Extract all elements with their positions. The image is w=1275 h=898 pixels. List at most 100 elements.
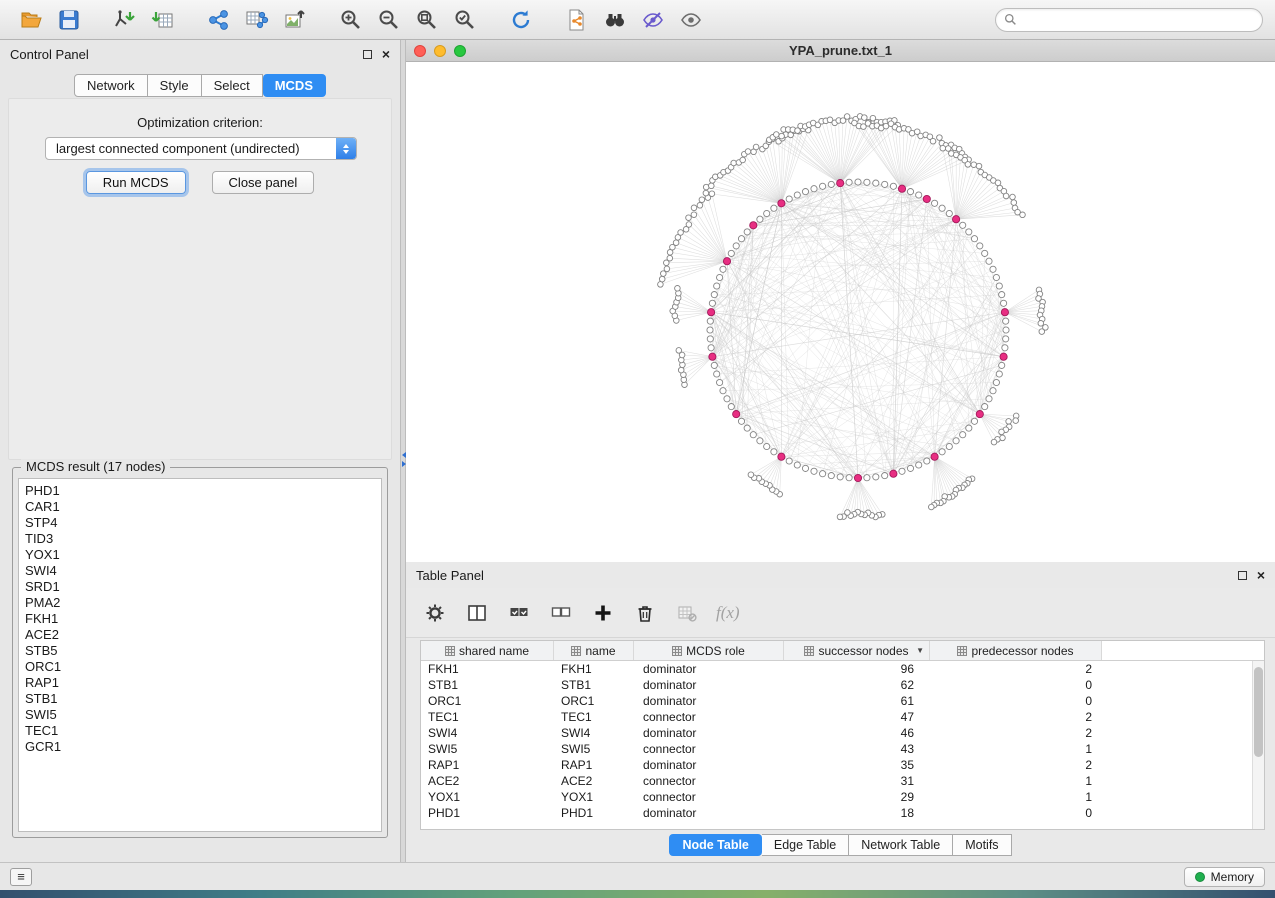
table-cell: TEC1 (554, 710, 634, 724)
column-header-successor-nodes[interactable]: successor nodes ▼ (784, 641, 930, 660)
mcds-node-item[interactable]: TEC1 (25, 723, 381, 739)
mcds-node-item[interactable]: TID3 (25, 531, 381, 547)
global-search-field[interactable] (995, 8, 1263, 32)
zoom-selected-button[interactable] (446, 5, 484, 35)
control-panel-tabs: Network Style Select MCDS (0, 74, 400, 97)
mcds-node-item[interactable]: SWI5 (25, 707, 381, 723)
open-file-button[interactable] (12, 5, 50, 35)
run-mcds-button[interactable]: Run MCDS (86, 171, 186, 194)
panel-menu-button[interactable]: ≡ (10, 868, 32, 886)
zoom-out-button[interactable] (370, 5, 408, 35)
criterion-dropdown[interactable]: largest connected component (undirected) (45, 137, 357, 160)
sort-descending-icon[interactable]: ▼ (916, 646, 924, 655)
column-grid-icon (445, 646, 455, 656)
table-panel: Table Panel × (406, 562, 1275, 862)
mcds-node-item[interactable]: CAR1 (25, 499, 381, 515)
mcds-node-item[interactable]: PMA2 (25, 595, 381, 611)
close-panel-button[interactable]: Close panel (212, 171, 315, 194)
mcds-node-item[interactable]: ORC1 (25, 659, 381, 675)
table-row[interactable]: ORC1ORC1dominator610 (421, 693, 1252, 709)
binoculars-icon (603, 8, 627, 32)
scrollbar-thumb[interactable] (1254, 667, 1263, 757)
add-column-button[interactable] (590, 600, 616, 626)
tab-network[interactable]: Network (74, 74, 148, 97)
table-row[interactable]: TEC1TEC1connector472 (421, 709, 1252, 725)
table-cell: connector (634, 790, 784, 804)
mcds-node-item[interactable]: STP4 (25, 515, 381, 531)
zoom-in-button[interactable] (332, 5, 370, 35)
table-cell: 1 (930, 774, 1102, 788)
show-details-button[interactable] (672, 5, 710, 35)
tab-edge-table[interactable]: Edge Table (762, 834, 849, 856)
import-network-button[interactable] (106, 5, 144, 35)
close-panel-icon[interactable]: × (382, 47, 390, 61)
column-header-shared-name[interactable]: shared name (421, 641, 554, 660)
share-document-button[interactable] (558, 5, 596, 35)
table-cell: 35 (784, 758, 930, 772)
zoom-fit-button[interactable] (408, 5, 446, 35)
column-header-name[interactable]: name (554, 641, 634, 660)
column-header-predecessor-nodes[interactable]: predecessor nodes (930, 641, 1102, 660)
column-label: predecessor nodes (971, 644, 1073, 658)
mcds-node-item[interactable]: ACE2 (25, 627, 381, 643)
maximize-window-icon[interactable] (454, 45, 466, 57)
close-window-icon[interactable] (414, 45, 426, 57)
save-session-button[interactable] (50, 5, 88, 35)
tab-mcds[interactable]: MCDS (263, 74, 326, 97)
mcds-result-group: MCDS result (17 nodes) PHD1CAR1STP4TID3Y… (12, 467, 388, 838)
table-row[interactable]: YOX1YOX1connector291 (421, 789, 1252, 805)
import-table-button[interactable] (144, 5, 182, 35)
mcds-node-item[interactable]: PHD1 (25, 483, 381, 499)
find-neighbors-button[interactable] (596, 5, 634, 35)
delete-column-button[interactable] (632, 600, 658, 626)
tab-node-table[interactable]: Node Table (669, 834, 761, 856)
memory-button[interactable]: Memory (1184, 867, 1265, 887)
function-builder-button[interactable]: f(x) (716, 600, 740, 626)
tab-motifs[interactable]: Motifs (953, 834, 1011, 856)
mcds-node-item[interactable]: GCR1 (25, 739, 381, 755)
table-row[interactable]: SWI4SWI4dominator462 (421, 725, 1252, 741)
table-row[interactable]: FKH1FKH1dominator962 (421, 661, 1252, 677)
minimize-window-icon[interactable] (434, 45, 446, 57)
table-row[interactable]: ACE2ACE2connector311 (421, 773, 1252, 789)
table-cell: ACE2 (554, 774, 634, 788)
table-cell: dominator (634, 662, 784, 676)
float-panel-icon[interactable] (363, 50, 372, 59)
network-canvas[interactable] (406, 62, 1275, 562)
mcds-node-item[interactable]: SRD1 (25, 579, 381, 595)
table-cell: 43 (784, 742, 930, 756)
save-icon (57, 8, 81, 32)
column-header-mcds-role[interactable]: MCDS role (634, 641, 784, 660)
column-header-filler (1102, 641, 1264, 660)
tab-style[interactable]: Style (148, 74, 202, 97)
table-row[interactable]: STB1STB1dominator620 (421, 677, 1252, 693)
show-columns-button[interactable] (464, 600, 490, 626)
mcds-node-item[interactable]: YOX1 (25, 547, 381, 563)
float-table-panel-icon[interactable] (1238, 571, 1247, 580)
table-row[interactable]: SWI5SWI5connector431 (421, 741, 1252, 757)
select-all-rows-button[interactable] (506, 600, 532, 626)
mcds-node-item[interactable]: FKH1 (25, 611, 381, 627)
mcds-result-list[interactable]: PHD1CAR1STP4TID3YOX1SWI4SRD1PMA2FKH1ACE2… (18, 478, 382, 832)
network-from-table-button[interactable] (238, 5, 276, 35)
mcds-node-item[interactable]: STB1 (25, 691, 381, 707)
mcds-node-item[interactable]: RAP1 (25, 675, 381, 691)
table-settings-button[interactable] (422, 600, 448, 626)
deselect-all-rows-button[interactable] (548, 600, 574, 626)
refresh-view-button[interactable] (502, 5, 540, 35)
tab-select[interactable]: Select (202, 74, 263, 97)
mcds-node-item[interactable]: STB5 (25, 643, 381, 659)
new-network-button[interactable] (200, 5, 238, 35)
export-image-button[interactable] (276, 5, 314, 35)
table-row[interactable]: PHD1PHD1dominator180 (421, 805, 1252, 821)
table-row[interactable]: RAP1RAP1dominator352 (421, 757, 1252, 773)
table-delete-icon (677, 603, 697, 623)
table-scrollbar[interactable] (1252, 661, 1264, 829)
search-input[interactable] (1022, 13, 1254, 27)
hide-details-button[interactable] (634, 5, 672, 35)
close-table-panel-icon[interactable]: × (1257, 568, 1265, 582)
tab-network-table[interactable]: Network Table (849, 834, 953, 856)
main-toolbar (0, 0, 1275, 40)
mcds-node-item[interactable]: SWI4 (25, 563, 381, 579)
network-graph[interactable] (406, 62, 1275, 562)
